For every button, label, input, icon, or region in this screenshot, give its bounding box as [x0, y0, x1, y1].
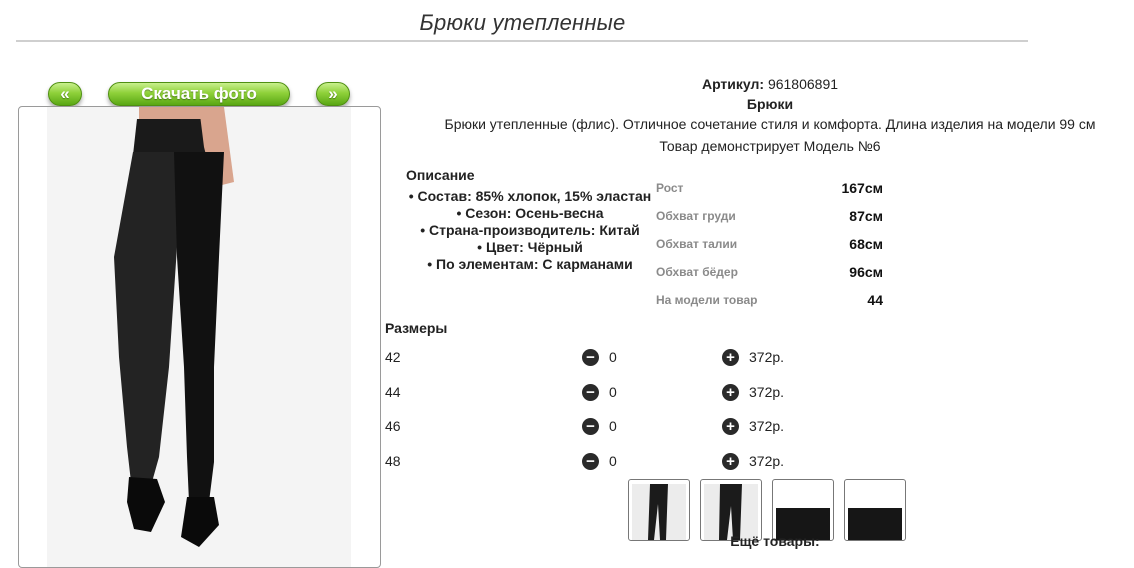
measure-label-waist: Обхват талии [656, 237, 738, 251]
article-line: Артикул: 961806891 [380, 76, 1134, 92]
description-item: • Цвет: Чёрный [477, 239, 583, 255]
measure-label-hips: Обхват бёдер [656, 265, 738, 279]
description-item: • Сезон: Осень-весна [456, 205, 604, 221]
size-label: 44 [385, 384, 401, 400]
quantity-value: 0 [609, 418, 617, 434]
minus-icon[interactable]: − [582, 384, 599, 401]
plus-icon[interactable]: + [722, 384, 739, 401]
price-value: 372р. [749, 418, 785, 434]
size-label: 48 [385, 453, 401, 469]
next-photo-button[interactable]: » [316, 82, 350, 106]
size-row: 44 − 0 + 372р. [385, 384, 985, 404]
thumbnail-1[interactable] [628, 479, 690, 541]
size-label: 46 [385, 418, 401, 434]
thumbnail-4[interactable] [844, 479, 906, 541]
thumbnail-graphic [648, 484, 668, 540]
plus-icon[interactable]: + [722, 418, 739, 435]
thumbnail-image [704, 484, 758, 540]
minus-icon[interactable]: − [582, 418, 599, 435]
thumbnail-image [632, 484, 686, 540]
size-row: 46 − 0 + 372р. [385, 418, 985, 438]
minus-icon[interactable]: − [582, 349, 599, 366]
article-label: Артикул: [701, 76, 765, 92]
price-value: 372р. [749, 453, 785, 469]
measure-value-waist: 68см [849, 236, 883, 252]
measure-label-height: Рост [656, 181, 684, 195]
thumbnail-graphic [719, 484, 742, 540]
thumbnail-2[interactable] [700, 479, 762, 541]
thumbnail-image [848, 508, 902, 540]
description-item: • Страна-производитель: Китай [420, 222, 640, 238]
plus-icon[interactable]: + [722, 453, 739, 470]
description-item: • По элементам: С карманами [427, 256, 633, 272]
product-photo [18, 106, 381, 568]
description-list: • Состав: 85% хлопок, 15% эластан • Сезо… [404, 188, 656, 273]
description-heading: Описание [406, 167, 475, 183]
sizes-heading: Размеры [385, 320, 448, 336]
minus-icon[interactable]: − [582, 453, 599, 470]
download-photo-button[interactable]: Скачать фото [108, 82, 290, 106]
quantity-value: 0 [609, 349, 617, 365]
description-item: • Состав: 85% хлопок, 15% эластан [408, 188, 652, 204]
left-leg [114, 152, 184, 482]
size-label: 42 [385, 349, 401, 365]
price-value: 372р. [749, 384, 785, 400]
title-divider [16, 40, 1028, 42]
measure-value-height: 167см [841, 180, 883, 196]
thumbnail-3[interactable] [772, 479, 834, 541]
measure-value-chest: 87см [849, 208, 883, 224]
prev-photo-button[interactable]: « [48, 82, 82, 106]
measure-value-model-size: 44 [867, 292, 883, 308]
page-title: Брюки утепленные [419, 10, 626, 35]
measure-value-hips: 96см [849, 264, 883, 280]
article-value: 961806891 [767, 76, 839, 92]
size-row: 48 − 0 + 372р. [385, 453, 985, 473]
measure-label-chest: Обхват груди [656, 209, 736, 223]
product-photo-image [114, 107, 234, 547]
left-shoe [127, 477, 165, 532]
plus-icon[interactable]: + [722, 349, 739, 366]
product-type: Брюки [746, 96, 794, 112]
product-description: Брюки утепленные (флис). Отличное сочета… [444, 116, 1096, 132]
quantity-value: 0 [609, 453, 617, 469]
right-shoe [181, 497, 219, 547]
measure-label-model-size: На модели товар [656, 293, 758, 307]
price-value: 372р. [749, 349, 785, 365]
quantity-value: 0 [609, 384, 617, 400]
right-leg [174, 152, 224, 502]
size-row: 42 − 0 + 372р. [385, 349, 985, 369]
model-note: Товар демонстрирует Модель №6 [659, 138, 881, 154]
